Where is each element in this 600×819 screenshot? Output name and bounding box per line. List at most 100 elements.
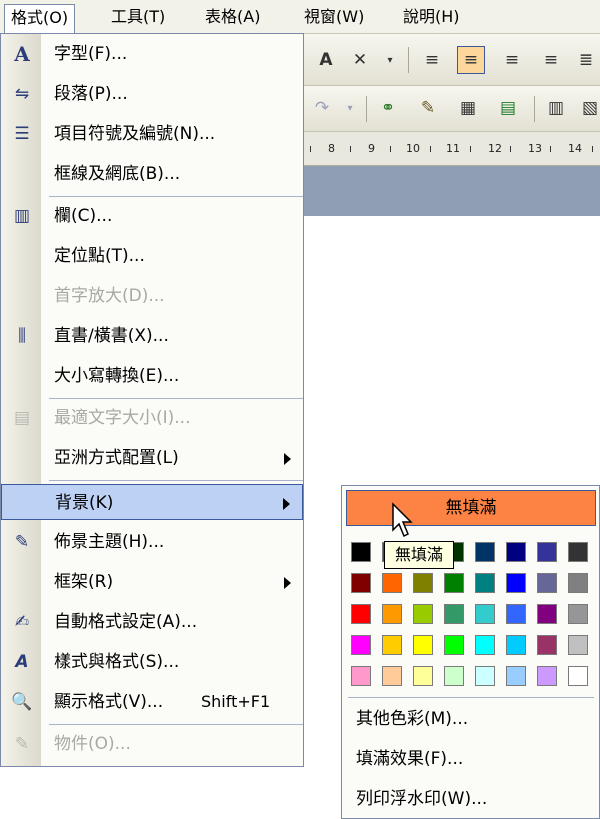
color-swatch[interactable] (568, 542, 588, 562)
color-swatch[interactable] (506, 573, 526, 593)
redo-icon[interactable]: ↷ (308, 94, 336, 122)
color-swatch[interactable] (351, 604, 371, 624)
menu-item-label: 字型(F)... (54, 44, 128, 64)
align-center-icon[interactable]: ≡ (498, 46, 526, 74)
submenu-arrow-icon (284, 453, 291, 465)
color-swatch[interactable] (475, 573, 495, 593)
char-shading-icon[interactable]: ✕ (346, 46, 374, 74)
menu-window[interactable]: 視窗(W) (298, 4, 370, 30)
menu-item-label: 樣式與格式(S)... (54, 652, 180, 672)
color-swatch[interactable] (444, 604, 464, 624)
color-swatch[interactable] (351, 635, 371, 655)
menu-table[interactable]: 表格(A) (199, 4, 266, 30)
printed-watermark-label: 列印浮水印(W)... (356, 789, 488, 809)
distribute-icon[interactable]: ≣ (572, 46, 600, 74)
mouse-pointer-icon (392, 502, 413, 538)
autoformat-icon: ✍ (14, 612, 30, 632)
font-color-a-icon[interactable]: A (312, 46, 340, 74)
drawing-icon[interactable]: ▧ (576, 94, 600, 122)
color-swatch[interactable] (382, 604, 402, 624)
menu-item-label: 顯示格式(V)... (54, 692, 164, 712)
toolbar-separator (408, 47, 409, 73)
color-swatch[interactable] (537, 573, 557, 593)
columns-icon[interactable]: ▥ (542, 94, 570, 122)
color-swatch[interactable] (351, 542, 371, 562)
menu-item-styles-formatting[interactable]: A 樣式與格式(S)... (1, 644, 303, 680)
menu-item-label: 自動格式設定(A)... (54, 612, 198, 632)
menu-item-background[interactable]: 背景(K) (1, 484, 303, 520)
no-fill-label: 無填滿 (445, 498, 497, 518)
menu-item-font[interactable]: A 字型(F)... (1, 36, 303, 72)
menu-item-shortcut: Shift+F1 (201, 692, 271, 711)
color-swatch[interactable] (568, 666, 588, 686)
more-colors-item[interactable]: 其他色彩(M)... (356, 701, 468, 737)
color-swatch[interactable] (475, 666, 495, 686)
color-swatch[interactable] (413, 573, 433, 593)
object-icon: ✎ (14, 734, 30, 754)
menu-item-label: 物件(O)... (54, 734, 131, 754)
menu-item-borders-shading[interactable]: 框線及網底(B)... (1, 156, 303, 192)
color-swatch[interactable] (351, 666, 371, 686)
color-swatch[interactable] (444, 635, 464, 655)
dropdown-arrow-icon[interactable]: ▾ (376, 46, 404, 74)
color-swatch[interactable] (506, 635, 526, 655)
color-swatch[interactable] (444, 666, 464, 686)
color-swatch[interactable] (382, 666, 402, 686)
menu-help-label: 說明(H) (403, 7, 460, 26)
ruler-tick: 14 (568, 142, 582, 155)
color-swatch[interactable] (382, 573, 402, 593)
color-swatch[interactable] (382, 635, 402, 655)
menu-item-asian-layout[interactable]: 亞洲方式配置(L) (1, 440, 303, 476)
theme-icon: ✎ (14, 532, 30, 552)
color-swatch[interactable] (413, 604, 433, 624)
menu-help[interactable]: 說明(H) (397, 4, 466, 30)
menu-item-object: ✎ 物件(O)... (1, 726, 303, 762)
color-swatch[interactable] (568, 635, 588, 655)
hyperlink-icon[interactable]: ⚭ (374, 94, 402, 122)
tables-borders-icon[interactable]: ✎ (414, 94, 442, 122)
align-left-icon[interactable]: ≡ (457, 46, 485, 74)
document-page[interactable] (300, 216, 600, 486)
insert-table-icon[interactable]: ▦ (454, 94, 482, 122)
color-swatch[interactable] (537, 666, 557, 686)
ruler-tick: 10 (406, 142, 420, 155)
color-swatch[interactable] (568, 573, 588, 593)
menu-format[interactable]: 格式(O) (4, 4, 76, 34)
menu-item-frames[interactable]: 框架(R) (1, 564, 303, 600)
align-right-icon[interactable]: ≡ (537, 46, 565, 74)
dropdown-arrow-icon[interactable]: ▾ (336, 94, 364, 122)
justify-icon[interactable]: ≡ (418, 46, 446, 74)
menu-item-columns[interactable]: ▥ 欄(C)... (1, 198, 303, 234)
color-swatch[interactable] (537, 542, 557, 562)
printed-watermark-item[interactable]: 列印浮水印(W)... (356, 781, 487, 817)
color-swatch[interactable] (413, 666, 433, 686)
color-swatch[interactable] (537, 635, 557, 655)
menu-item-label: 框線及網底(B)... (54, 164, 181, 184)
color-swatch[interactable] (475, 542, 495, 562)
menu-item-change-case[interactable]: 大小寫轉換(E)... (1, 358, 303, 394)
color-swatch[interactable] (506, 666, 526, 686)
menu-item-reveal-formatting[interactable]: 🔍 顯示格式(V)... Shift+F1 (1, 684, 303, 720)
menu-item-paragraph[interactable]: ⇋ 段落(P)... (1, 76, 303, 112)
color-swatch[interactable] (351, 573, 371, 593)
ruler-mark (430, 146, 431, 152)
color-swatch[interactable] (568, 604, 588, 624)
color-swatch[interactable] (506, 542, 526, 562)
color-swatch[interactable] (413, 635, 433, 655)
color-swatch[interactable] (475, 604, 495, 624)
menu-item-autoformat[interactable]: ✍ 自動格式設定(A)... (1, 604, 303, 640)
color-swatch[interactable] (537, 604, 557, 624)
color-swatch[interactable] (444, 573, 464, 593)
insert-excel-icon[interactable]: ▤ (494, 94, 522, 122)
menu-item-bullets-numbering[interactable]: ☰ 項目符號及編號(N)... (1, 116, 303, 152)
menu-item-text-direction[interactable]: ⫼ 直書/橫書(X)... (1, 318, 303, 354)
ruler-mark (510, 146, 511, 152)
fill-effects-item[interactable]: 填滿效果(F)... (356, 741, 463, 777)
menu-item-label: 背景(K) (55, 493, 114, 513)
menu-tools[interactable]: 工具(T) (105, 4, 171, 30)
color-swatch[interactable] (506, 604, 526, 624)
menu-item-tabs[interactable]: 定位點(T)... (1, 238, 303, 274)
no-fill-button[interactable]: 無填滿 (346, 490, 596, 526)
color-swatch[interactable] (475, 635, 495, 655)
menu-item-theme[interactable]: ✎ 佈景主題(H)... (1, 524, 303, 560)
